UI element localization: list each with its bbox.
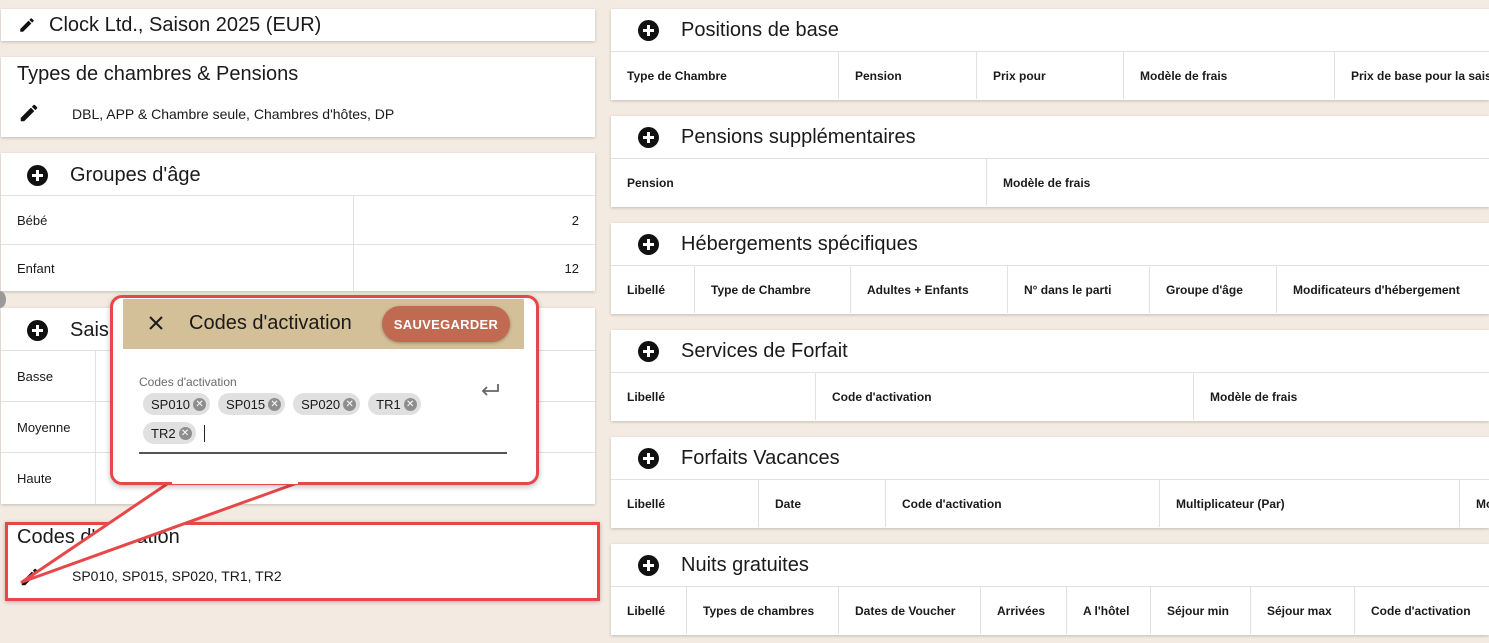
column-header[interactable]: Séjour min	[1151, 587, 1251, 634]
column-header[interactable]: Prix pour	[977, 52, 1124, 99]
chip-remove-icon[interactable]: ✕	[268, 397, 282, 411]
column-header[interactable]: Dates de Voucher	[839, 587, 981, 634]
column-header[interactable]: Modèle de frais	[987, 159, 1489, 206]
chip-remove-icon[interactable]: ✕	[178, 426, 192, 440]
chip-label: SP010	[151, 396, 191, 412]
column-header[interactable]: Date	[759, 480, 886, 527]
column-header[interactable]: Libellé	[611, 480, 759, 527]
column-header[interactable]: Modificateurs d'hébergement	[1277, 266, 1489, 313]
column-header[interactable]: Pension	[611, 159, 987, 206]
add-icon[interactable]	[638, 234, 659, 255]
column-header[interactable]: Libellé	[611, 373, 816, 420]
chip-remove-icon[interactable]: ✕	[343, 397, 357, 411]
column-header[interactable]: Groupe d'âge	[1150, 266, 1277, 313]
callout-tail-cover	[172, 478, 298, 484]
column-header[interactable]: Type de Chambre	[695, 266, 851, 313]
chip-label: TR1	[376, 396, 401, 412]
chip[interactable]: SP020 ✕	[293, 393, 361, 415]
package-services-card: Services de Forfait Libellé Code d'activ…	[611, 330, 1489, 421]
column-header[interactable]: Types de chambres	[687, 587, 839, 634]
column-header[interactable]: Arrivées	[981, 587, 1067, 634]
chip-remove-icon[interactable]: ✕	[193, 397, 207, 411]
table-header: Pension Modèle de frais	[611, 158, 1489, 206]
dialog-header: Codes d'activation SAUVEGARDER	[123, 299, 524, 349]
close-icon[interactable]	[147, 314, 165, 332]
base-positions-card: Positions de base Type de Chambre Pensio…	[611, 9, 1489, 100]
table-header: Libellé Types de chambres Dates de Vouch…	[611, 586, 1489, 634]
add-icon[interactable]	[638, 341, 659, 362]
column-header[interactable]: Code d'activation	[1355, 587, 1489, 634]
column-header[interactable]: Libellé	[611, 587, 687, 634]
column-header[interactable]: Code d'activation	[886, 480, 1160, 527]
save-button[interactable]: SAUVEGARDER	[382, 306, 510, 342]
chip-label: SP015	[226, 396, 266, 412]
section-title: Forfaits Vacances	[681, 447, 840, 469]
holiday-packages-card: Forfaits Vacances Libellé Date Code d'ac…	[611, 437, 1489, 528]
chip-remove-icon[interactable]: ✕	[403, 397, 417, 411]
chip-label: SP020	[301, 396, 341, 412]
section-title: Pensions supplémentaires	[681, 126, 916, 148]
section-title: Hébergements spécifiques	[681, 233, 918, 255]
chip[interactable]: SP015 ✕	[218, 393, 286, 415]
text-cursor	[203, 424, 205, 442]
table-header: Libellé Type de Chambre Adultes + Enfant…	[611, 265, 1489, 313]
column-header[interactable]: Mo	[1460, 480, 1489, 527]
column-header[interactable]: Pension	[839, 52, 977, 99]
free-nights-card: Nuits gratuites Libellé Types de chambre…	[611, 544, 1489, 635]
column-header[interactable]: Type de Chambre	[611, 52, 839, 99]
chip[interactable]: TR1 ✕	[368, 393, 421, 415]
section-title: Nuits gratuites	[681, 554, 809, 576]
chip-label: TR2	[151, 425, 176, 441]
column-header[interactable]: Code d'activation	[816, 373, 1194, 420]
add-icon[interactable]	[638, 20, 659, 41]
field-label: Codes d'activation	[139, 375, 237, 389]
column-header[interactable]: Libellé	[611, 266, 695, 313]
column-header[interactable]: Séjour max	[1251, 587, 1355, 634]
column-header[interactable]: Modèle de frais	[1194, 373, 1489, 420]
table-header: Type de Chambre Pension Prix pour Modèle…	[611, 51, 1489, 99]
table-header: Libellé Code d'activation Modèle de frai…	[611, 372, 1489, 420]
column-header[interactable]: Modèle de frais	[1124, 52, 1335, 99]
column-header[interactable]: Prix de base pour la saiso	[1335, 52, 1489, 99]
extra-boards-card: Pensions supplémentaires Pension Modèle …	[611, 116, 1489, 207]
activation-codes-dialog: Codes d'activation SAUVEGARDER Codes d'a…	[123, 299, 524, 465]
add-icon[interactable]	[638, 555, 659, 576]
table-header: Libellé Date Code d'activation Multiplic…	[611, 479, 1489, 527]
specific-accommodations-card: Hébergements spécifiques Libellé Type de…	[611, 223, 1489, 314]
column-header[interactable]: A l'hôtel	[1067, 587, 1151, 634]
section-title: Services de Forfait	[681, 340, 848, 362]
column-header[interactable]: N° dans le parti	[1008, 266, 1150, 313]
chip[interactable]: SP010 ✕	[143, 393, 211, 415]
add-icon[interactable]	[638, 448, 659, 469]
column-header[interactable]: Multiplicateur (Par)	[1160, 480, 1460, 527]
chip[interactable]: TR2 ✕	[143, 422, 196, 444]
add-icon[interactable]	[638, 127, 659, 148]
column-header[interactable]: Adultes + Enfants	[851, 266, 1008, 313]
chips-input[interactable]: SP010 ✕ SP015 ✕ SP020 ✕ TR1 ✕ TR2 ✕	[139, 392, 507, 454]
section-title: Positions de base	[681, 19, 839, 41]
dialog-title: Codes d'activation	[189, 312, 352, 334]
